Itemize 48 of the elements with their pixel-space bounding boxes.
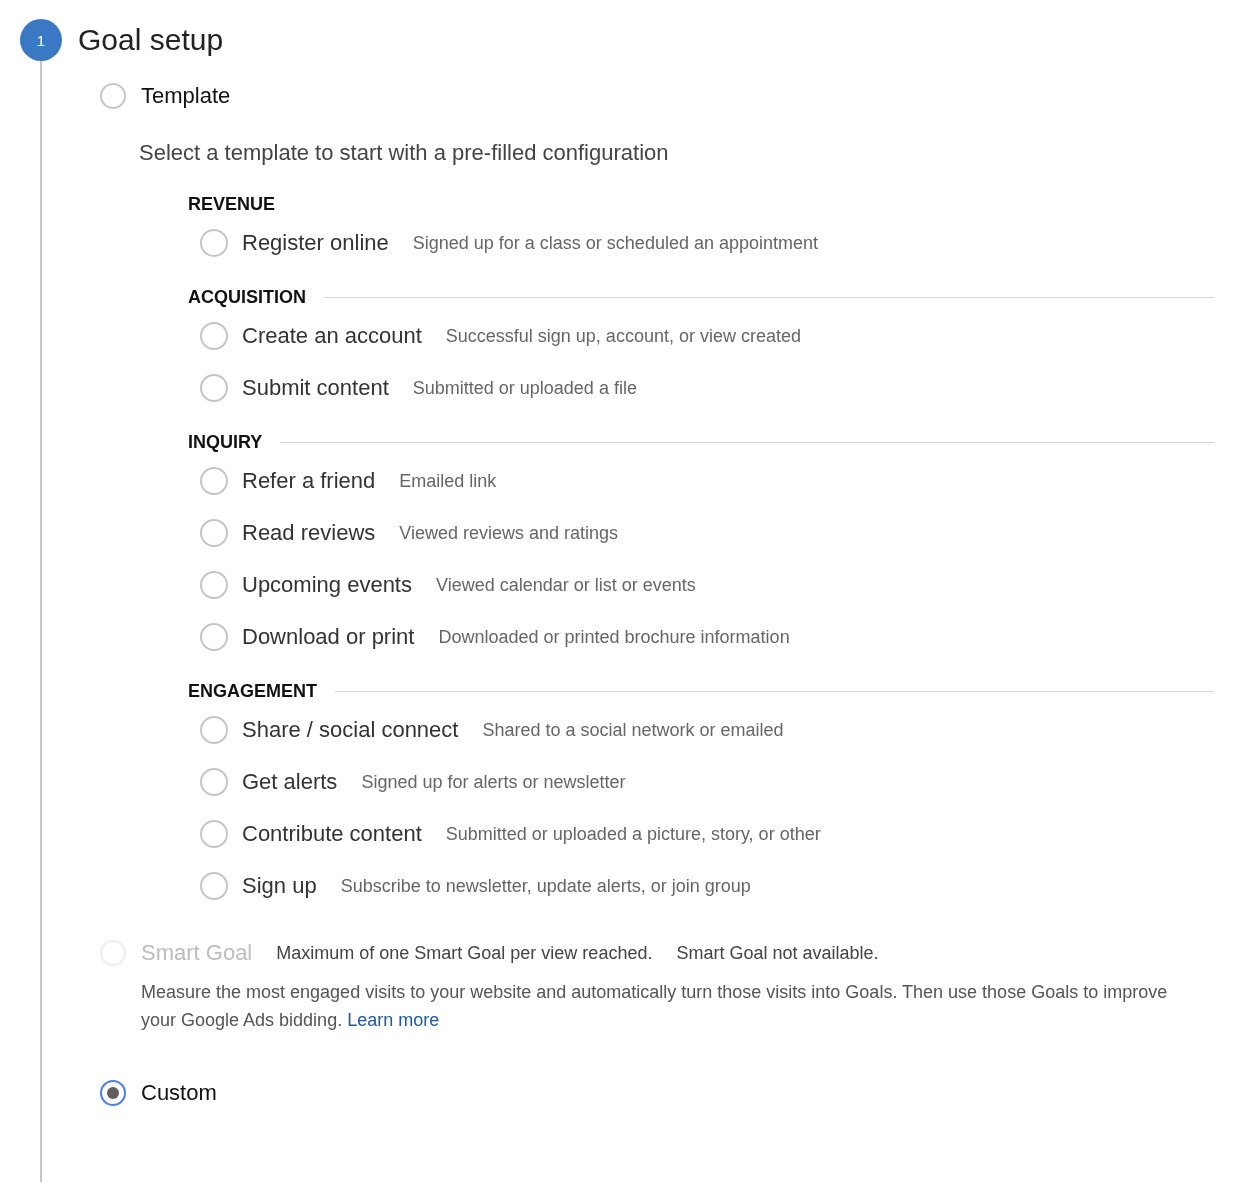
template-name: Upcoming events [242, 572, 412, 598]
option-label: Template [141, 83, 231, 109]
availability-note: Maximum of one Smart Goal per view reached. [276, 942, 653, 964]
section-title: Goal setup [78, 22, 225, 58]
step-number: 1 [20, 19, 62, 61]
radio-button[interactable] [200, 467, 228, 495]
radio-button[interactable] [200, 571, 228, 599]
radio-button[interactable] [200, 229, 228, 257]
template-name: Share / social connect [242, 717, 459, 743]
radio-button[interactable] [200, 716, 228, 744]
template-hint: Submitted or uploaded a picture, story, or other [445, 823, 821, 845]
template-hint: Subscribe to newsletter, update alerts, or join group [340, 875, 751, 897]
template-hint: Downloaded or printed brochure information [438, 626, 790, 648]
template-hint: Submitted or uploaded a file [412, 377, 637, 399]
radio-button[interactable] [200, 322, 228, 350]
radio-button[interactable] [200, 768, 228, 796]
template-name: Download or print [242, 624, 415, 650]
category-heading: ENGAGEMENT [188, 681, 317, 702]
radio-button[interactable] [200, 623, 228, 651]
template-hint: Successful sign up, account, or view created [445, 325, 801, 347]
category-heading: INQUIRY [188, 432, 263, 453]
template-hint: Viewed calendar or list or events [436, 574, 696, 596]
radio-button[interactable] [200, 872, 228, 900]
template-hint: Signed up for alerts or newsletter [361, 771, 626, 793]
radio-button[interactable] [200, 374, 228, 402]
template-hint: Shared to a social network or emailed [482, 719, 784, 741]
smart-goal-description: Measure the most engaged visits to your website and automatically turn those visits into Goals. Then use those Goals to improve your Google Ads bidding. Learn more [141, 981, 1169, 1032]
template-hint: Viewed reviews and ratings [399, 522, 619, 544]
option-label: Smart Goal [141, 940, 253, 966]
template-name: Refer a friend [242, 468, 376, 494]
template-name: Submit content [242, 375, 389, 401]
template-name: Read reviews [242, 520, 376, 546]
template-name: Contribute content [242, 821, 422, 847]
radio-button[interactable] [100, 83, 126, 109]
template-name: Sign up [242, 873, 317, 899]
template-name: Create an account [242, 323, 422, 349]
template-description: Select a template to start with a pre-filled configuration [139, 140, 670, 166]
radio-button[interactable] [200, 820, 228, 848]
availability-note: Smart Goal not available. [676, 942, 879, 964]
category-heading: REVENUE [188, 194, 276, 215]
radio-button[interactable] [100, 1080, 126, 1106]
template-hint: Signed up for a class or scheduled an appointment [412, 232, 818, 254]
category-heading: ACQUISITION [188, 287, 306, 308]
template-hint: Emailed link [399, 470, 497, 492]
template-name: Register online [242, 230, 389, 256]
option-label: Custom [141, 1080, 217, 1106]
radio-button[interactable] [200, 519, 228, 547]
template-name: Get alerts [242, 769, 338, 795]
